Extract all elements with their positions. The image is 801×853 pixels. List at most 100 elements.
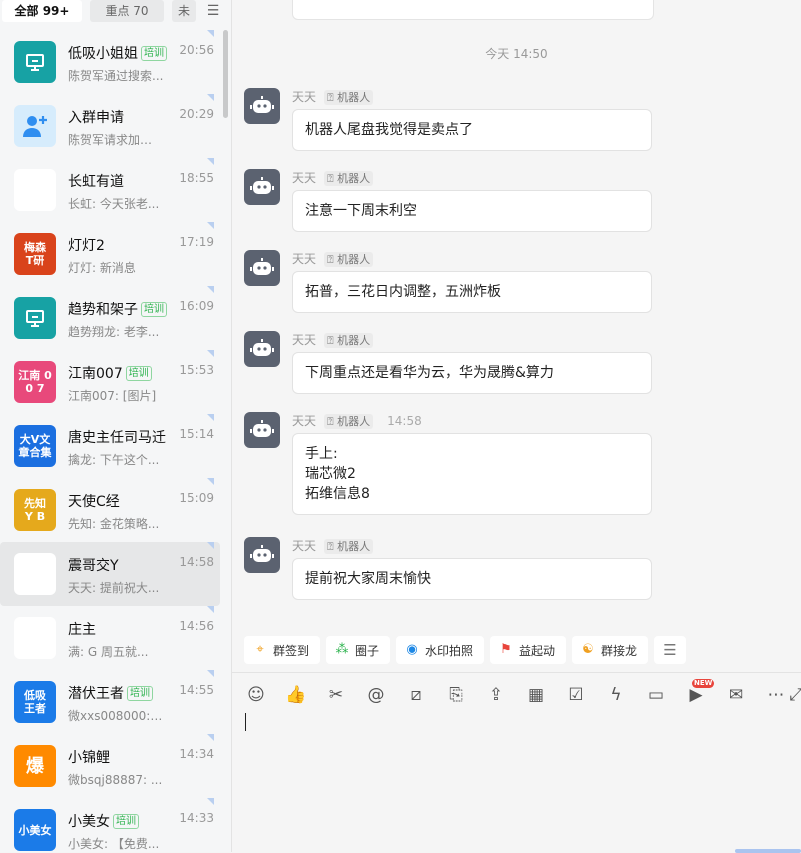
conversation-time: 14:58 [179,555,214,569]
more-actions-icon[interactable]: ☰ [654,636,686,664]
quick-action-button[interactable]: ☯ 群接龙 [572,636,648,664]
pin-corner-icon [207,414,214,421]
conversation-title: 入群申请 [68,110,124,126]
presentation-icon [14,41,56,83]
list-scrollbar[interactable] [223,30,228,118]
thumbs-up-icon[interactable]: 👍 [284,683,308,707]
conversation-title: 长虹有道 [68,174,124,190]
quick-action-button[interactable]: ⁂ 圈子 [326,636,390,664]
upload-icon[interactable]: ⇪ [484,683,508,707]
conversation-preview: 天天: 提前祝大... [68,581,160,595]
mail-icon[interactable]: ✉ [724,683,748,707]
conversation-item[interactable]: 大V文 章合集 唐史主任司马迁 15:14 擒龙: 下午这个... [0,414,220,478]
conversation-title: 唐史主任司马迁 [68,430,166,446]
doc-plus-icon[interactable]: ⎘ [444,683,468,707]
conversation-item[interactable]: 低吸 王者 潜伏王者 培训 14:55 微xxs008000: [... [0,670,220,734]
conversation-list: 低吸小姐姐 培训 20:56 陈贺军通过搜索... 入群申请 20:29 陈贺军请求加入 .… [0,30,231,852]
conversation-preview: 小美女: 【免费... [68,837,160,851]
runner-icon: ⚑ [500,642,512,657]
conversation-name: 震哥交Y [68,555,119,575]
robot-small-icon: ⍰ [327,172,338,185]
message-bubble[interactable]: 注意一下周末利空 [292,190,652,232]
avatar: 先知 Y B [14,489,56,531]
sender-line: 天天 ⍰ 机器人 [292,250,374,267]
app-window: 全部 99+ 重点 70 未 ☰ 低吸小姐姐 培训 20:56 陈贺军通过搜索... 入… [0,0,801,853]
conversation-name: 小美女 培训 [68,811,139,831]
robot-avatar-icon[interactable] [244,537,280,573]
avatar: 江南 0 0 7 [14,361,56,403]
message-composer: ☺ 👍 ✂ @ ⧄ ⎘ ⇪ ▦ ☑ ϟ ▭ ▶ ✉ ⋯ ⤢ NEW [232,672,801,853]
conversation-name: 低吸小姐姐 培训 [68,43,167,63]
conversation-item[interactable]: 庄主 14:56 满: G 周五就... [0,606,220,670]
expand-icon[interactable]: ⤢ [784,683,801,707]
conversation-name: 趋势和架子 培训 [68,299,167,319]
conversation-time: 14:56 [179,619,214,633]
checkbox-icon[interactable]: ☑ [564,683,588,707]
emoji-icon[interactable]: ☺ [244,683,268,707]
quick-action-button[interactable]: ⌖ 群签到 [244,636,320,664]
conversation-item[interactable]: 趋势和架子 培训 16:09 趋势翔龙: 老李... [0,286,220,350]
message-bubble[interactable]: 拓普，三花日内调整，五洲炸板 [292,271,652,313]
filter-tabs: 全部 99+ 重点 70 未 ☰ [0,0,231,24]
sender-name[interactable]: 天天 [292,414,316,428]
scissors-icon[interactable]: ✂ [324,683,348,707]
conversation-item[interactable]: 江南 0 0 7 江南007 培训 15:53 江南007: [图片] [0,350,220,414]
conversation-preview: 趋势翔龙: 老李... [68,325,160,339]
pin-corner-icon [207,542,214,549]
sender-name[interactable]: 天天 [292,539,316,553]
conversation-item[interactable]: 长虹有道 18:55 长虹: 今天张老... [0,158,220,222]
training-badge: 培训 [127,686,153,701]
robot-avatar-icon[interactable] [244,169,280,205]
message-bubble[interactable]: 手上: 瑞芯微2 拓维信息8 [292,433,652,515]
calendar-icon[interactable]: ▦ [524,683,548,707]
conversation-item[interactable]: 梅森 T研 灯灯2 17:19 灯灯: 新消息 [0,222,220,286]
at-icon[interactable]: @ [364,683,388,707]
conversation-time: 17:19 [179,235,214,249]
conversation-time: 14:33 [179,811,214,825]
menu-icon[interactable]: ☰ [204,2,222,20]
slash-icon[interactable]: ⧄ [404,683,428,707]
conversation-item[interactable]: 入群申请 20:29 陈贺军请求加入 ... [0,94,220,158]
conversation-name: 天使C经 [68,491,120,511]
chat-panel: 今天 14:50 天天 ⍰ 机器人 机器人尾盘我觉得是卖点了 天天 ⍰ 机器人 注意一下周… [232,0,801,853]
conversation-time: 14:34 [179,747,214,761]
robot-avatar-icon[interactable] [244,412,280,448]
robot-small-icon: ⍰ [327,253,338,266]
robot-small-icon: ⍰ [327,334,338,347]
sender-name[interactable]: 天天 [292,333,316,347]
tab-unread[interactable]: 未 [172,0,196,22]
tab-important[interactable]: 重点 70 [90,0,164,22]
conversation-item[interactable]: 先知 Y B 天使C经 15:09 先知: 金花策略... [0,478,220,542]
quick-action-label: 益起动 [519,643,556,658]
lightning-icon[interactable]: ϟ [604,683,628,707]
quick-action-button[interactable]: ⚑ 益起动 [490,636,566,664]
message-bubble[interactable]: 提前祝大家周末愉快 [292,558,652,600]
robot-avatar-icon[interactable] [244,331,280,367]
avatar: 大V文 章合集 [14,425,56,467]
message-bubble[interactable]: 下周重点还是看华为云，华为晟腾&算力 [292,352,652,394]
conversation-item[interactable]: 低吸小姐姐 培训 20:56 陈贺军通过搜索... [0,30,220,94]
robot-avatar-icon[interactable] [244,250,280,286]
conversation-item[interactable]: 小美女 小美女 培训 14:33 小美女: 【免费... [0,798,220,852]
message-bubble[interactable]: 机器人尾盘我觉得是卖点了 [292,109,652,151]
composer-toolbar: ☺ 👍 ✂ @ ⧄ ⎘ ⇪ ▦ ☑ ϟ ▭ ▶ ✉ ⋯ ⤢ NEW [244,679,801,707]
group-grid-icon [14,553,56,595]
sender-name[interactable]: 天天 [292,90,316,104]
robot-avatar-icon[interactable] [244,88,280,124]
pin-corner-icon [207,30,214,37]
group-grid-icon [14,169,56,211]
conversation-item[interactable]: 震哥交Y 14:58 天天: 提前祝大... [0,542,220,606]
pin-corner-icon [207,734,214,741]
message-text: 机器人尾盘我觉得是卖点了 [305,122,473,138]
tab-all[interactable]: 全部 99+ [2,0,82,22]
quick-action-button[interactable]: ◉ 水印拍照 [396,636,484,664]
pin-corner-icon [207,798,214,805]
training-badge: 培训 [125,366,152,381]
conversation-item[interactable]: 爆小锦鲤 14:34 微bsqj88887: ... [0,734,220,798]
video-camera-icon[interactable]: ▭ [644,683,668,707]
message-time: 14:58 [387,414,422,428]
conversation-name: 灯灯2 [68,235,105,255]
sender-name[interactable]: 天天 [292,171,316,185]
message-input[interactable] [244,711,788,825]
sender-name[interactable]: 天天 [292,252,316,266]
